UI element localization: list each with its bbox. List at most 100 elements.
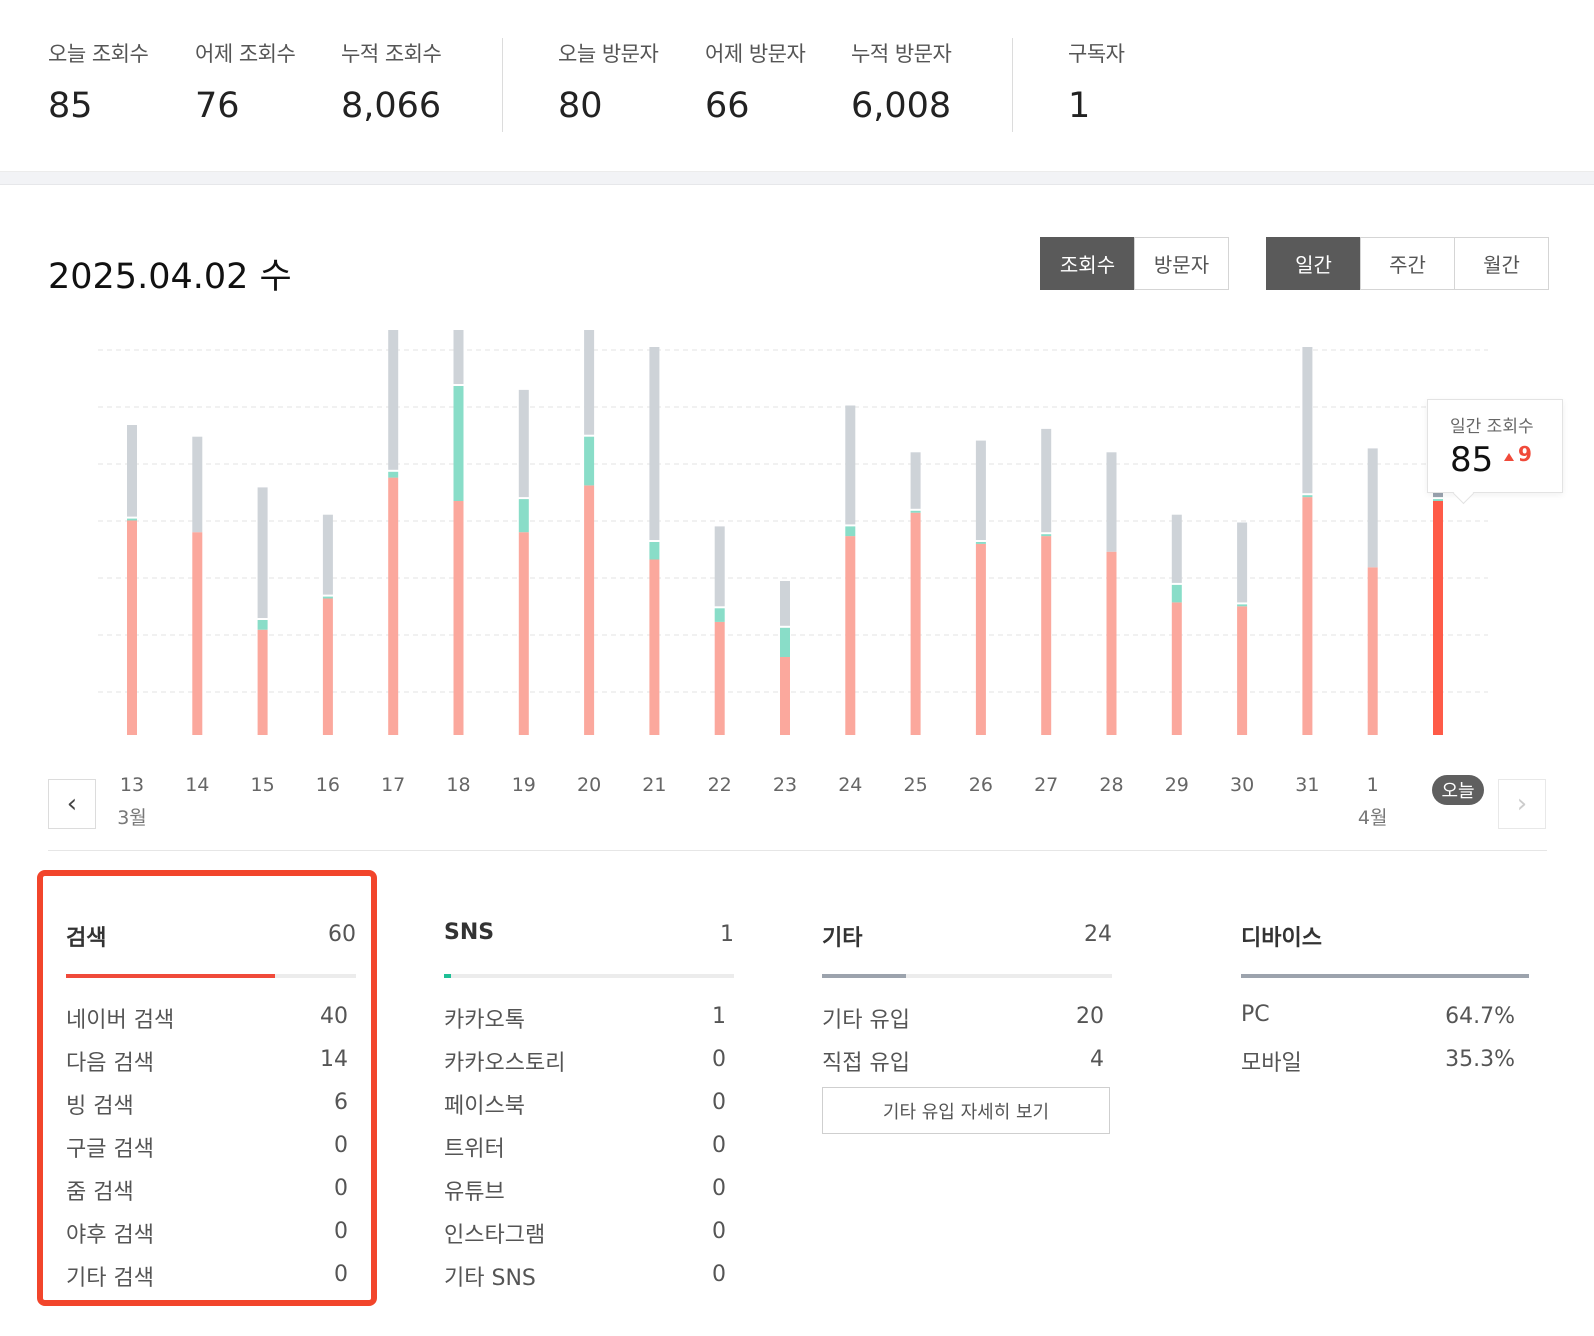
bar-segment-1[interactable] bbox=[453, 386, 464, 501]
bar-segment-0[interactable] bbox=[453, 501, 464, 735]
chart-prev-button[interactable]: ‹ bbox=[48, 779, 96, 829]
bar-segment-0[interactable] bbox=[1041, 536, 1052, 735]
tooltip-value: 85 bbox=[1450, 440, 1494, 480]
list-item-value: 0 bbox=[712, 1219, 726, 1244]
bar-segment-1[interactable] bbox=[910, 510, 921, 513]
bar-segment-0[interactable] bbox=[845, 536, 856, 735]
list-item: 인스타그램 0 bbox=[444, 1217, 734, 1260]
list-item-label: 줌 검색 bbox=[66, 1180, 134, 1205]
tooltip-label: 일간 조회수 bbox=[1450, 417, 1534, 437]
stat-value: 76 bbox=[195, 86, 240, 126]
x-tick-label: 30 bbox=[1230, 774, 1254, 796]
section-header: 기타 24 bbox=[822, 920, 1112, 951]
bar-segment-0[interactable] bbox=[257, 629, 268, 735]
bar-segment-0[interactable] bbox=[192, 532, 203, 735]
bar-segment-1[interactable] bbox=[975, 542, 986, 544]
tab-views[interactable]: 조회수 bbox=[1040, 237, 1135, 290]
stat-subscribers: 구독자 1 bbox=[1068, 38, 1125, 126]
bar-segment-2[interactable] bbox=[127, 425, 137, 517]
bar-segment-0[interactable] bbox=[1433, 501, 1443, 735]
bar-segment-0[interactable] bbox=[518, 532, 529, 735]
section-bar bbox=[66, 974, 356, 978]
stat-value: 6,008 bbox=[851, 86, 952, 126]
bar-segment-2[interactable] bbox=[780, 581, 790, 626]
bar-segment-2[interactable] bbox=[1106, 452, 1117, 552]
bar-segment-2[interactable] bbox=[584, 330, 595, 435]
bar-segment-0[interactable] bbox=[1302, 497, 1313, 735]
bar-segment-1[interactable] bbox=[518, 499, 529, 533]
bar-segment-0[interactable] bbox=[322, 598, 333, 736]
bar-segment-0[interactable] bbox=[1106, 551, 1117, 735]
bar-segment-1[interactable] bbox=[1171, 584, 1182, 603]
bar-segment-0[interactable] bbox=[649, 559, 660, 736]
section-title: SNS bbox=[444, 920, 495, 945]
tooltip-change: 9 bbox=[1518, 442, 1532, 466]
bar-segment-1[interactable] bbox=[1041, 534, 1052, 537]
bar-segment-2[interactable] bbox=[1171, 514, 1182, 583]
bar-segment-1[interactable] bbox=[388, 471, 399, 478]
bar-segment-1[interactable] bbox=[780, 627, 790, 657]
bar-segment-0[interactable] bbox=[780, 657, 790, 735]
stat-total-visitors: 누적 방문자 6,008 bbox=[851, 38, 952, 126]
x-tick-label: 21 bbox=[642, 774, 666, 796]
bar-segment-2[interactable] bbox=[714, 526, 725, 607]
bar-segment-1[interactable] bbox=[649, 542, 660, 560]
bar-segment-2[interactable] bbox=[518, 389, 529, 498]
bar-segment-2[interactable] bbox=[845, 405, 856, 525]
bar-segment-1[interactable] bbox=[257, 620, 268, 630]
bar-segment-2[interactable] bbox=[192, 436, 203, 533]
bar-segment-2[interactable] bbox=[322, 514, 333, 595]
tab-monthly[interactable]: 월간 bbox=[1454, 237, 1549, 290]
etc-detail-button[interactable]: 기타 유입 자세히 보기 bbox=[822, 1087, 1110, 1134]
bar-segment-0[interactable] bbox=[127, 520, 137, 736]
stat-today-visitors: 오늘 방문자 80 bbox=[558, 38, 659, 126]
bar-segment-0[interactable] bbox=[1237, 606, 1248, 735]
today-label[interactable]: 오늘 bbox=[1432, 775, 1484, 805]
bar-segment-1[interactable] bbox=[322, 596, 333, 599]
bar-segment-1[interactable] bbox=[127, 518, 137, 521]
x-tick-label: 16 bbox=[316, 774, 340, 796]
section-bar bbox=[1241, 974, 1529, 978]
bar-segment-0[interactable] bbox=[584, 485, 595, 735]
bar-segment-0[interactable] bbox=[1367, 567, 1378, 735]
tab-weekly[interactable]: 주간 bbox=[1360, 237, 1455, 290]
list-item: 유튜브 0 bbox=[444, 1174, 734, 1217]
chart-next-button[interactable]: › bbox=[1498, 779, 1546, 829]
bar-segment-0[interactable] bbox=[975, 543, 986, 735]
bar-segment-0[interactable] bbox=[388, 477, 399, 735]
bar-segment-2[interactable] bbox=[388, 330, 399, 470]
list-item-label: 야후 검색 bbox=[66, 1223, 154, 1248]
list-item-label: 트위터 bbox=[444, 1137, 505, 1162]
list-item-value: 0 bbox=[712, 1133, 726, 1158]
bar-segment-2[interactable] bbox=[453, 330, 464, 384]
x-tick-label: 1 bbox=[1367, 774, 1379, 796]
bar-segment-0[interactable] bbox=[910, 512, 921, 735]
bar-segment-2[interactable] bbox=[1367, 448, 1378, 568]
stat-label: 오늘 방문자 bbox=[558, 42, 659, 66]
stat-yesterday-visitors: 어제 방문자 66 bbox=[705, 38, 806, 126]
bar-segment-1[interactable] bbox=[1433, 499, 1443, 501]
bar-segment-2[interactable] bbox=[257, 487, 268, 618]
bar-segment-1[interactable] bbox=[1237, 604, 1248, 607]
tab-visitors[interactable]: 방문자 bbox=[1134, 237, 1229, 290]
list-item-label: 카카오스토리 bbox=[444, 1051, 566, 1076]
list-item-value: 4 bbox=[1090, 1047, 1104, 1072]
bar-segment-1[interactable] bbox=[714, 608, 725, 622]
bar-segment-1[interactable] bbox=[584, 436, 595, 486]
section-rows: 카카오톡 1 카카오스토리 0 페이스북 0 트위터 0 유튜브 0 인스타그램 0 기타 SNS 0 bbox=[444, 1002, 734, 1303]
bar-segment-2[interactable] bbox=[1302, 347, 1313, 494]
stat-label: 어제 방문자 bbox=[705, 42, 806, 66]
bar-segment-1[interactable] bbox=[845, 526, 856, 537]
bar-segment-2[interactable] bbox=[1041, 428, 1052, 533]
bar-segment-0[interactable] bbox=[714, 621, 725, 735]
list-item-value: 0 bbox=[712, 1090, 726, 1115]
x-tick-label: 22 bbox=[708, 774, 732, 796]
bar-segment-2[interactable] bbox=[910, 452, 921, 509]
bar-segment-1[interactable] bbox=[1302, 495, 1313, 498]
bar-segment-2[interactable] bbox=[649, 347, 660, 540]
tab-daily[interactable]: 일간 bbox=[1266, 237, 1361, 290]
bar-segment-0[interactable] bbox=[1171, 602, 1182, 735]
bar-segment-2[interactable] bbox=[975, 440, 986, 540]
bar-segment-2[interactable] bbox=[1237, 522, 1248, 603]
list-item-label: 기타 검색 bbox=[66, 1266, 154, 1291]
